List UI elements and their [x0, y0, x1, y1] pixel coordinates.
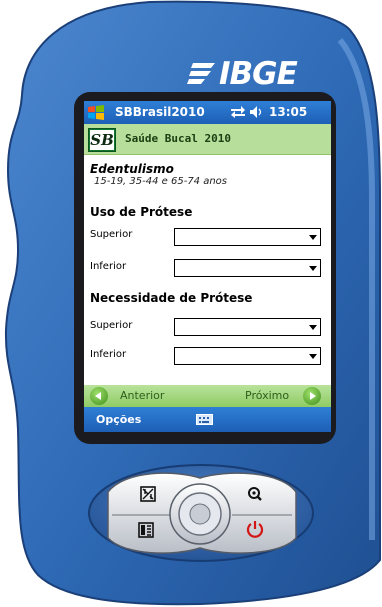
- brand-logo: IBGE: [187, 54, 327, 94]
- windows-start-icon[interactable]: [87, 104, 105, 121]
- power-hardware-button[interactable]: [240, 519, 270, 539]
- options-menu[interactable]: Opções: [96, 413, 141, 426]
- menu-bar: Opções: [84, 407, 331, 432]
- section-title: Edentulismo: [90, 162, 174, 176]
- nav-bar: Anterior Próximo: [84, 385, 331, 407]
- select-nec-inferior[interactable]: [174, 347, 321, 365]
- list-icon: [138, 522, 154, 538]
- field-label-nec-superior: Superior: [90, 320, 133, 331]
- sb-logo-text: SB: [90, 130, 114, 150]
- app-header-title: Saúde Bucal 2010: [125, 132, 231, 145]
- search-hardware-button[interactable]: [240, 484, 270, 504]
- sb-logo: SB: [88, 128, 116, 152]
- network-icon[interactable]: [230, 106, 246, 118]
- section-subtitle: 15-19, 35-44 e 65-74 anos: [94, 176, 228, 187]
- chevron-down-icon: [309, 235, 317, 240]
- screen: SBBrasil2010 13:05 SB Saúde Bucal 2010 E…: [84, 101, 331, 432]
- status-bar: SBBrasil2010 13:05: [84, 101, 331, 124]
- chevron-down-icon: [309, 266, 317, 271]
- next-arrow-icon[interactable]: [303, 387, 321, 405]
- group-title-necessidade-protese: Necessidade de Prótese: [90, 291, 253, 305]
- brand-name: IBGE: [219, 55, 298, 92]
- power-icon: [246, 521, 264, 538]
- field-label-nec-inferior: Inferior: [90, 349, 127, 360]
- prev-arrow-icon[interactable]: [90, 387, 108, 405]
- select-nec-superior[interactable]: [174, 318, 321, 336]
- prev-button[interactable]: Anterior: [120, 389, 164, 402]
- group-title-uso-protese: Uso de Prótese: [90, 205, 193, 219]
- speaker-icon[interactable]: [250, 106, 264, 118]
- app-title: SBBrasil2010: [115, 105, 205, 119]
- dpad[interactable]: [171, 485, 229, 543]
- field-label-uso-superior: Superior: [90, 229, 133, 240]
- select-uso-inferior[interactable]: [174, 259, 321, 277]
- apps-hardware-button[interactable]: [133, 484, 163, 504]
- keyboard-icon[interactable]: [196, 414, 213, 425]
- chevron-down-icon: [309, 325, 317, 330]
- clock: 13:05: [269, 105, 308, 119]
- device: IBGE SBBrasil2010 13:05 SB Saúde Bucal 2…: [0, 0, 382, 607]
- ibge-logo-icon: [187, 63, 215, 84]
- next-button[interactable]: Próximo: [245, 389, 289, 402]
- list-hardware-button[interactable]: [131, 520, 161, 540]
- select-uso-superior[interactable]: [174, 228, 321, 246]
- field-label-uso-inferior: Inferior: [90, 261, 127, 272]
- chevron-down-icon: [309, 354, 317, 359]
- search-icon: [248, 487, 262, 501]
- app-header: SB Saúde Bucal 2010: [84, 124, 331, 155]
- apps-icon: [140, 486, 156, 502]
